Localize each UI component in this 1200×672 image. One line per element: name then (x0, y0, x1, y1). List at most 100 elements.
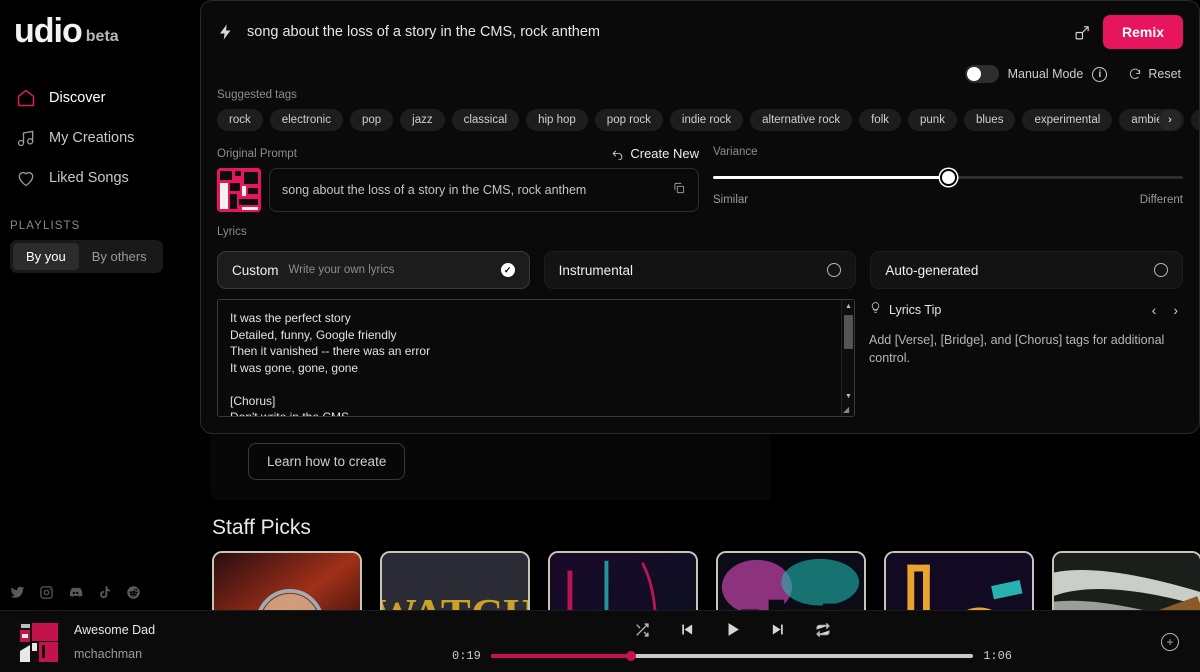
player-progress-bar[interactable] (490, 651, 974, 661)
create-new-button[interactable]: Create New (611, 146, 699, 161)
discord-icon[interactable] (68, 585, 83, 600)
option-name: Custom (232, 262, 279, 278)
toggle-knob (966, 67, 981, 81)
svg-text:WATCH: WATCH (382, 589, 528, 610)
instagram-icon[interactable] (39, 585, 54, 600)
lyrics-option-instrumental[interactable]: Instrumental (543, 251, 857, 289)
tag-chip[interactable]: experimental (1022, 109, 1113, 131)
prompt-thumbnail[interactable] (217, 168, 261, 212)
chevron-left-icon[interactable]: ‹ (1147, 302, 1162, 318)
lyrics-body: It was the perfect story Detailed, funny… (201, 289, 1199, 417)
tag-chip[interactable]: alternative rock (750, 109, 853, 131)
player-artist-name[interactable]: mchachman (74, 647, 324, 661)
lyrics-label: Lyrics (217, 226, 247, 238)
segment-by-you[interactable]: By you (13, 243, 79, 270)
sidebar-item-label: My Creations (49, 130, 135, 146)
twitter-icon[interactable] (10, 585, 25, 600)
scroll-down-icon[interactable]: ▼ (842, 390, 854, 403)
resize-handle-icon[interactable]: ◢ (843, 405, 853, 415)
lyrics-option-custom[interactable]: Custom Write your own lyrics (217, 251, 530, 289)
variance-slider[interactable] (713, 168, 1183, 188)
staff-pick-card-6[interactable] (1052, 551, 1200, 610)
remix-button[interactable]: Remix (1102, 15, 1183, 49)
lightning-bolt-icon (220, 24, 231, 40)
tag-chip[interactable]: electronic (269, 109, 343, 131)
segment-by-others[interactable]: By others (79, 243, 160, 270)
tag-chip[interactable]: classical (451, 109, 520, 131)
lyrics-textarea[interactable]: It was the perfect story Detailed, funny… (217, 299, 855, 417)
sidebar-item-liked-songs[interactable]: Liked Songs (0, 158, 200, 198)
heart-icon (16, 168, 36, 188)
copy-icon[interactable] (672, 181, 686, 200)
staff-pick-card-1[interactable] (212, 551, 362, 610)
tag-chip[interactable]: blues (963, 109, 1016, 131)
sidebar: udio beta Discover My Creations Liked So… (0, 0, 200, 610)
variance-endpoints: Similar Different (713, 194, 1183, 206)
card-artwork (718, 553, 864, 610)
tag-chip[interactable]: synth-pop (1191, 109, 1199, 131)
prompt-value: song about the loss of a story in the CM… (282, 183, 587, 197)
option-name: Instrumental (558, 262, 633, 278)
reset-label: Reset (1148, 67, 1181, 81)
original-prompt-column: Original Prompt Create New song about th… (217, 146, 699, 212)
player-album-art[interactable] (18, 620, 60, 663)
next-icon[interactable] (770, 621, 787, 638)
reddit-icon[interactable] (126, 585, 141, 600)
staff-pick-card-2[interactable]: WATCH (380, 551, 530, 610)
option-name: Auto-generated (885, 262, 979, 278)
play-icon[interactable] (723, 620, 742, 639)
player-track-meta: Awesome Dad mchachman (74, 623, 324, 661)
suggested-tags-row: rock electronic pop jazz classical hip h… (201, 108, 1199, 132)
tag-chip[interactable]: jazz (400, 109, 445, 131)
card-artwork: WATCH (382, 553, 528, 610)
manual-mode-toggle[interactable] (964, 65, 999, 83)
refresh-icon (1130, 68, 1141, 79)
staff-pick-card-5[interactable] (884, 551, 1034, 610)
sidebar-item-discover[interactable]: Discover (0, 78, 200, 118)
chevron-right-icon[interactable]: › (1159, 109, 1181, 131)
suggested-tags-label: Suggested tags (217, 89, 297, 101)
player-progress-knob[interactable] (625, 651, 636, 661)
thumbnail-artwork (217, 168, 261, 212)
create-new-label: Create New (630, 146, 699, 161)
scroll-up-icon[interactable]: ▲ (842, 300, 854, 313)
tag-chip[interactable]: punk (908, 109, 957, 131)
reset-button[interactable]: Reset (1128, 67, 1181, 81)
share-icon[interactable] (1074, 24, 1091, 41)
prompt-and-variance-row: Original Prompt Create New song about th… (201, 132, 1199, 212)
chevron-right-icon[interactable]: › (1168, 302, 1183, 318)
sidebar-item-my-creations[interactable]: My Creations (0, 118, 200, 158)
lyrics-mode-options: Custom Write your own lyrics Instrumenta… (201, 251, 1199, 289)
plus-circle-icon[interactable]: + (1161, 632, 1179, 651)
repeat-icon[interactable] (815, 622, 831, 638)
slider-thumb[interactable] (940, 169, 957, 186)
tag-chip[interactable]: pop (349, 109, 394, 131)
modal-title: song about the loss of a story in the CM… (247, 24, 601, 40)
tag-chip[interactable]: rock (217, 109, 263, 131)
lyrics-value: It was the perfect story Detailed, funny… (230, 311, 431, 417)
radio-icon[interactable] (1154, 263, 1169, 277)
tag-chip[interactable]: pop rock (594, 109, 663, 131)
remix-modal: song about the loss of a story in the CM… (200, 0, 1200, 434)
staff-pick-card-4[interactable] (716, 551, 866, 610)
staff-pick-card-3[interactable] (548, 551, 698, 610)
info-icon[interactable]: i (1092, 66, 1108, 82)
tag-chip[interactable]: indie rock (669, 109, 744, 131)
tag-chip[interactable]: folk (859, 109, 902, 131)
radio-selected-icon[interactable] (500, 263, 515, 277)
previous-icon[interactable] (678, 621, 695, 638)
music-note-icon (16, 128, 36, 148)
album-artwork (18, 620, 60, 663)
prompt-input[interactable]: song about the loss of a story in the CM… (269, 168, 699, 212)
tiktok-icon[interactable] (97, 585, 112, 600)
shuffle-icon[interactable] (634, 622, 650, 638)
scrollbar-thumb[interactable] (844, 315, 853, 349)
lyrics-option-auto-generated[interactable]: Auto-generated (870, 251, 1184, 289)
learn-how-to-create-button[interactable]: Learn how to create (248, 443, 406, 480)
sidebar-item-label: Discover (49, 90, 106, 106)
app-logo[interactable]: udio beta (0, 0, 200, 48)
lyrics-scrollbar[interactable]: ▲ ▼ (841, 300, 854, 416)
tag-chip[interactable]: hip hop (526, 109, 588, 131)
radio-icon[interactable] (827, 263, 842, 277)
lyrics-tip-header: Lyrics Tip ‹ › (869, 301, 1183, 319)
